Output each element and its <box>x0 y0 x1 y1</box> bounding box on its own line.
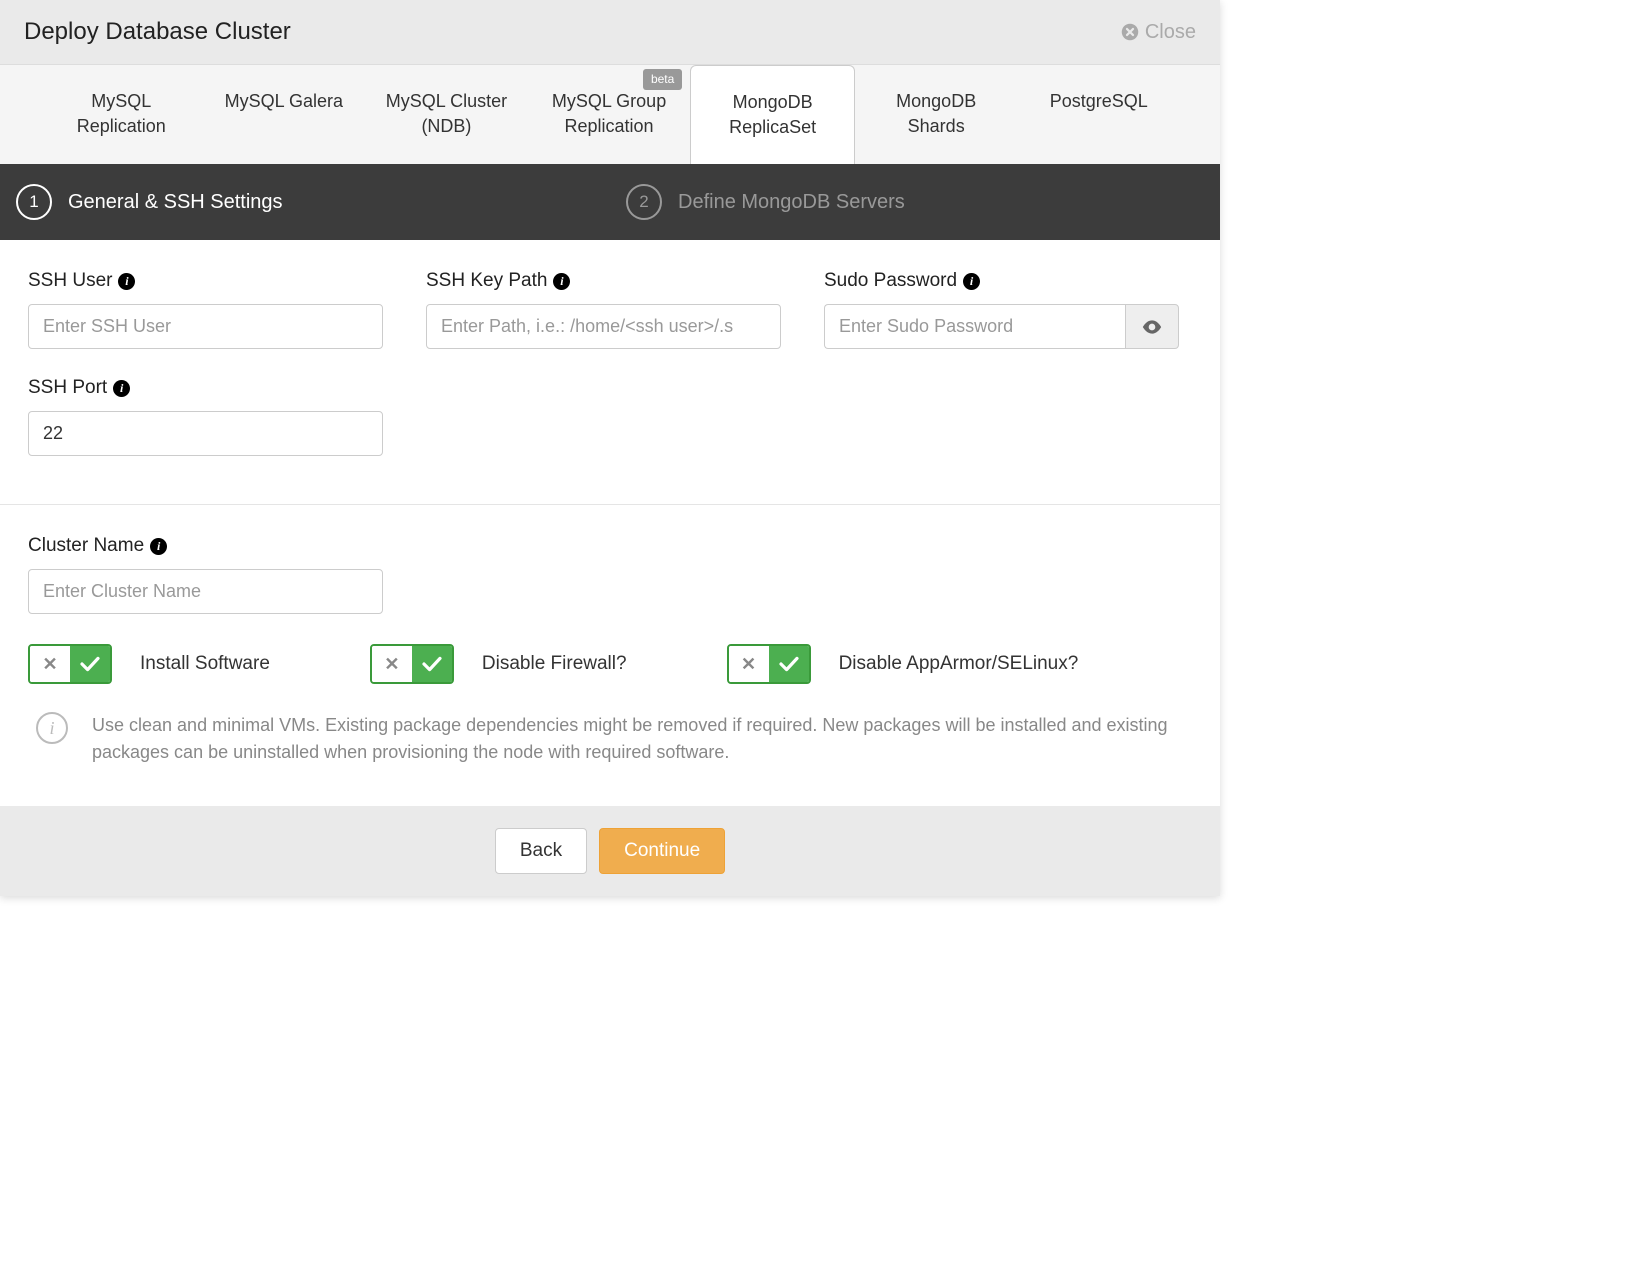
ssh-user-input[interactable] <box>28 304 383 349</box>
info-icon[interactable]: i <box>150 538 167 555</box>
tab-label: MongoDB ReplicaSet <box>729 92 816 137</box>
toggle-off[interactable]: ✕ <box>729 646 769 682</box>
tab-label: MySQL Galera <box>225 91 343 111</box>
close-label: Close <box>1145 21 1196 44</box>
tab-mongodb-shards[interactable]: MongoDB Shards <box>855 65 1018 164</box>
info-icon[interactable]: i <box>118 273 135 290</box>
step-general-ssh[interactable]: 1 General & SSH Settings <box>0 164 610 240</box>
disable-firewall-label: Disable Firewall? <box>482 653 627 675</box>
note-text: Use clean and minimal VMs. Existing pack… <box>92 712 1184 766</box>
tab-label: PostgreSQL <box>1050 91 1148 111</box>
back-button[interactable]: Back <box>495 828 587 874</box>
disable-apparmor-label: Disable AppArmor/SELinux? <box>839 653 1079 675</box>
continue-button[interactable]: Continue <box>599 828 725 874</box>
ssh-key-path-label: SSH Key Path i <box>426 270 794 292</box>
tab-mysql-cluster-ndb[interactable]: MySQL Cluster (NDB) <box>365 65 528 164</box>
disable-firewall-toggle[interactable]: ✕ <box>370 644 454 684</box>
tab-mysql-galera[interactable]: MySQL Galera <box>203 65 366 164</box>
tab-mongodb-replicaset[interactable]: MongoDB ReplicaSet <box>690 65 855 164</box>
eye-icon <box>1142 320 1162 334</box>
tab-label: MySQL Group Replication <box>552 91 666 136</box>
tab-label: MySQL Cluster (NDB) <box>386 91 507 136</box>
modal-title: Deploy Database Cluster <box>24 18 291 46</box>
toggle-on[interactable] <box>70 646 110 682</box>
tab-mysql-group-replication[interactable]: beta MySQL Group Replication <box>528 65 691 164</box>
show-password-button[interactable] <box>1125 304 1179 349</box>
close-icon <box>1121 23 1139 41</box>
ssh-key-path-input[interactable] <box>426 304 781 349</box>
check-icon <box>80 656 100 672</box>
info-icon[interactable]: i <box>963 273 980 290</box>
tab-label: MySQL Replication <box>77 91 166 136</box>
form-body-2: Cluster Name i ✕ Install Software ✕ Disa… <box>0 505 1220 806</box>
info-icon[interactable]: i <box>553 273 570 290</box>
toggle-off[interactable]: ✕ <box>30 646 70 682</box>
ssh-user-label: SSH User i <box>28 270 396 292</box>
sudo-password-label: Sudo Password i <box>824 270 1192 292</box>
modal-footer: Back Continue <box>0 806 1220 896</box>
tab-postgresql[interactable]: PostgreSQL <box>1017 65 1180 164</box>
step-number: 1 <box>16 184 52 220</box>
step-number: 2 <box>626 184 662 220</box>
toggle-off[interactable]: ✕ <box>372 646 412 682</box>
info-icon[interactable]: i <box>113 380 130 397</box>
check-icon <box>779 656 799 672</box>
toggle-on[interactable] <box>412 646 452 682</box>
sudo-password-input[interactable] <box>824 304 1125 349</box>
disable-apparmor-toggle[interactable]: ✕ <box>727 644 811 684</box>
info-icon: i <box>36 712 68 744</box>
info-note: i Use clean and minimal VMs. Existing pa… <box>28 708 1192 786</box>
deploy-cluster-modal: Deploy Database Cluster Close MySQL Repl… <box>0 0 1220 896</box>
beta-badge: beta <box>643 69 682 90</box>
step-label: General & SSH Settings <box>68 191 283 214</box>
wizard-steps: 1 General & SSH Settings 2 Define MongoD… <box>0 164 1220 240</box>
modal-header: Deploy Database Cluster Close <box>0 0 1220 65</box>
toggle-on[interactable] <box>769 646 809 682</box>
step-define-servers[interactable]: 2 Define MongoDB Servers <box>610 164 1220 240</box>
db-type-tabs: MySQL Replication MySQL Galera MySQL Clu… <box>0 65 1220 164</box>
check-icon <box>422 656 442 672</box>
cluster-name-input[interactable] <box>28 569 383 614</box>
step-label: Define MongoDB Servers <box>678 191 905 214</box>
install-software-label: Install Software <box>140 653 270 675</box>
close-button[interactable]: Close <box>1121 21 1196 44</box>
tab-label: MongoDB Shards <box>896 91 976 136</box>
tab-mysql-replication[interactable]: MySQL Replication <box>40 65 203 164</box>
cluster-name-label: Cluster Name i <box>28 535 1192 557</box>
ssh-port-label: SSH Port i <box>28 377 396 399</box>
ssh-port-input[interactable] <box>28 411 383 456</box>
form-body: SSH User i SSH Key Path i Sudo Password … <box>0 240 1220 504</box>
install-software-toggle[interactable]: ✕ <box>28 644 112 684</box>
